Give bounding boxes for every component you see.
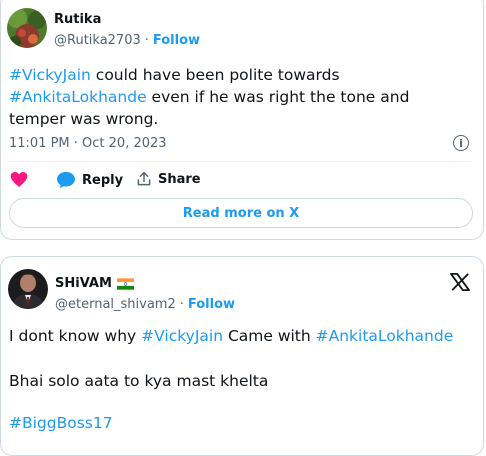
- share-label: Share: [158, 171, 201, 187]
- author-meta: @Rutika2703 · Follow: [54, 33, 200, 48]
- hashtag-vickyjain[interactable]: #VickyJain: [9, 66, 91, 84]
- divider: [9, 161, 471, 162]
- follow-button[interactable]: Follow: [153, 33, 200, 48]
- text-segment: could have been polite towards: [90, 66, 340, 84]
- tweet-card-rutika: Rutika @Rutika2703 · Follow #VickyJain c…: [0, 0, 484, 240]
- reply-label: Reply: [82, 172, 124, 188]
- separator-dot: ·: [144, 33, 149, 48]
- read-more-button[interactable]: Read more on X: [9, 198, 473, 228]
- reply-button[interactable]: Reply: [56, 171, 123, 189]
- separator-dot: ·: [179, 297, 184, 312]
- info-icon[interactable]: i: [453, 135, 469, 151]
- hashtag-ankitalokhande[interactable]: #AnkitaLokhande: [9, 88, 147, 106]
- text-segment: Came with: [223, 327, 316, 345]
- reply-icon: [57, 171, 75, 189]
- avatar-rutika[interactable]: [7, 8, 47, 48]
- share-button[interactable]: Share: [136, 171, 201, 187]
- tweet-card-shivam: SHiVAM @eternal_shivam2 · Follow I dont …: [0, 256, 484, 456]
- timestamp[interactable]: 11:01 PM · Oct 20, 2023: [9, 136, 167, 151]
- avatar-shivam[interactable]: [8, 269, 48, 309]
- author-meta: @eternal_shivam2 · Follow: [55, 297, 235, 312]
- author-name[interactable]: Rutika: [54, 12, 101, 27]
- author-handle[interactable]: @eternal_shivam2: [55, 297, 176, 312]
- india-flag-icon: [116, 277, 134, 290]
- tweet-text-line-1: I dont know why #VickyJain Came with #An…: [9, 325, 469, 347]
- hashtag-biggboss17[interactable]: #BiggBoss17: [9, 412, 113, 434]
- like-button[interactable]: [10, 171, 28, 188]
- tweet-text-line-2: Bhai solo aata to kya mast khelta: [9, 372, 269, 390]
- heart-icon: [10, 172, 28, 187]
- author-handle[interactable]: @Rutika2703: [54, 33, 141, 48]
- x-logo-icon[interactable]: [450, 272, 470, 295]
- text-segment: I dont know why: [9, 327, 142, 345]
- author-name-row: SHiVAM: [55, 276, 134, 291]
- hashtag-vickyjain[interactable]: #VickyJain: [141, 327, 223, 345]
- author-name[interactable]: SHiVAM: [55, 276, 112, 291]
- follow-button[interactable]: Follow: [188, 297, 235, 312]
- hashtag-ankitalokhande[interactable]: #AnkitaLokhande: [316, 327, 454, 345]
- share-icon: [137, 171, 151, 186]
- tweet-text: #VickyJain could have been polite toward…: [9, 64, 464, 130]
